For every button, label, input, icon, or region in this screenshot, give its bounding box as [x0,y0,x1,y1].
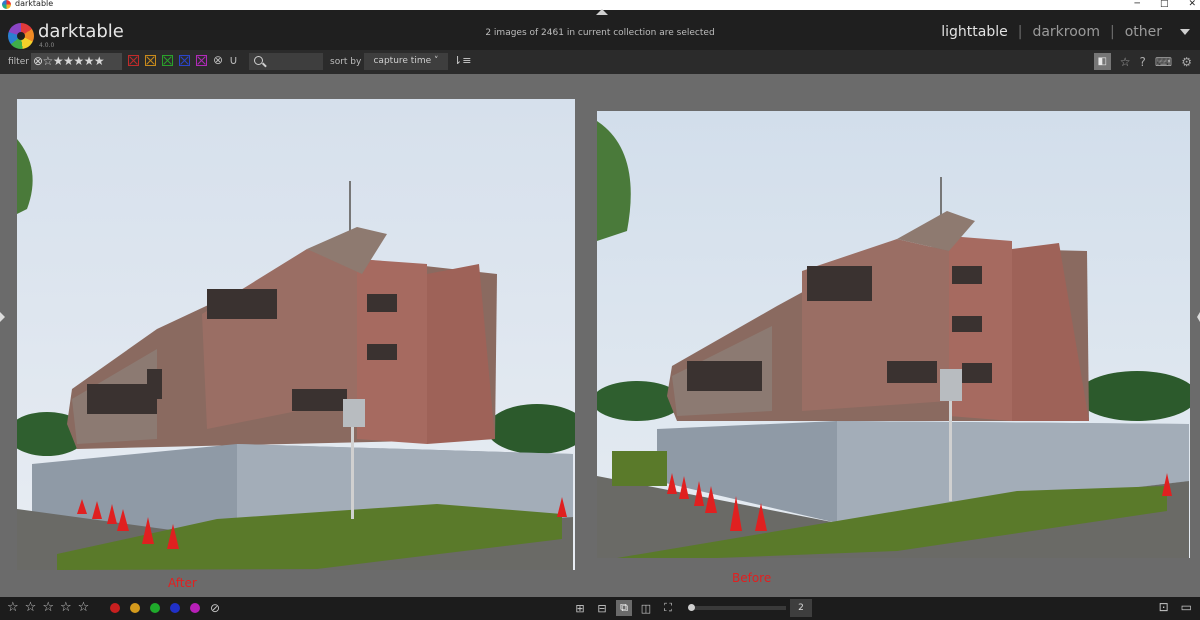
yellow-label-icon[interactable] [130,603,140,613]
color-label-filters: ⊗ ∪ [128,54,238,66]
view-other[interactable]: other [1125,24,1162,40]
app-version: 4.0.0 [39,42,55,49]
view-separator: | [1017,24,1023,40]
zoom-count[interactable]: 2 [790,599,812,617]
view-lighttable[interactable]: lighttable [941,24,1008,40]
zoom-slider-handle[interactable] [688,604,695,611]
culling-dynamic-layout-icon[interactable]: ◫ [638,600,654,616]
app-header: darktable 4.0.0 2 images of 2461 in curr… [0,9,1200,50]
purple-label-filter-icon[interactable] [196,55,207,66]
sort-value: capture time [373,56,432,66]
toolbar-right-tools: ◧ ☆ ? ⌨ ⚙ [1093,53,1192,70]
building-photo [17,99,575,570]
image-caption-after: After [168,576,197,590]
view-darkroom[interactable]: darkroom [1032,24,1100,40]
minimize-icon[interactable]: ─ [1135,0,1140,9]
sort-direction-icon[interactable]: ⇂≡ [453,54,471,67]
darktable-logo [8,23,34,49]
search-input[interactable] [249,53,323,70]
star-icon[interactable]: ☆ [78,600,90,615]
maximize-icon[interactable]: □ [1160,0,1169,9]
zoomable-layout-icon[interactable]: ⊟ [594,600,610,616]
culling-fixed-layout-icon[interactable]: ⧉ [616,600,632,616]
chevron-down-icon[interactable] [1180,29,1190,35]
green-label-icon[interactable] [150,603,160,613]
building-photo [597,111,1190,558]
zoom-slider[interactable] [688,604,786,611]
star-icon[interactable]: ☆ [25,600,37,615]
clear-label-filter-icon[interactable]: ⊗ [213,54,223,66]
and-or-operator-icon[interactable]: ∪ [229,54,238,66]
image-caption-before: Before [732,571,772,585]
star-icon[interactable]: ☆ [42,600,54,615]
star-icon[interactable]: ☆ [1120,55,1131,69]
filemanager-layout-icon[interactable]: ⊞ [572,600,588,616]
bottom-toolbar: ☆ ☆ ☆ ☆ ☆ ⊘ ⊞ ⊟ ⧉ ◫ ⛶ 2 ⊡ ▭ [0,597,1200,620]
red-label-filter-icon[interactable] [128,55,139,66]
focus-peaking-icon[interactable]: ⊡ [1159,600,1169,614]
overlay-icon[interactable]: ◧ [1093,53,1111,70]
window-controls: ─ □ ✕ [1135,0,1196,9]
yellow-label-filter-icon[interactable] [145,55,156,66]
color-label-bar: ⊘ [110,602,220,614]
rating-filter[interactable]: ⊗☆★★★★★ [31,53,122,70]
purple-label-icon[interactable] [190,603,200,613]
red-label-icon[interactable] [110,603,120,613]
blue-label-filter-icon[interactable] [179,55,190,66]
search-icon [254,56,263,65]
image-thumbnail-before[interactable] [597,111,1190,558]
filter-label: filter [8,57,29,67]
app-name: darktable [38,21,124,42]
display-icon[interactable]: ▭ [1181,600,1192,614]
star-rating-bar: ☆ ☆ ☆ ☆ ☆ [7,600,89,615]
close-icon[interactable]: ✕ [1188,0,1196,9]
help-icon[interactable]: ? [1140,55,1146,69]
filter-toolbar: filter ⊗☆★★★★★ ⊗ ∪ sort by capture time … [0,50,1200,74]
collapse-top-panel-icon[interactable] [596,9,608,15]
green-label-filter-icon[interactable] [162,55,173,66]
star-icon[interactable]: ☆ [60,600,72,615]
image-thumbnail-after[interactable] [17,99,575,570]
bottom-right-tools: ⊡ ▭ [1159,600,1192,614]
gear-icon[interactable]: ⚙ [1181,55,1192,69]
clear-labels-icon[interactable]: ⊘ [210,602,220,614]
view-separator: | [1109,24,1115,40]
star-icon[interactable]: ☆ [7,600,19,615]
expand-left-panel-icon[interactable] [0,312,5,322]
window-title: darktable [15,0,54,8]
keyboard-icon[interactable]: ⌨ [1155,55,1172,69]
preview-layout-icon[interactable]: ⛶ [660,600,676,616]
sort-select[interactable]: capture time ˅ [364,53,448,70]
selection-status: 2 images of 2461 in current collection a… [485,28,715,38]
view-switcher: lighttable | darkroom | other [941,24,1190,40]
app-icon [2,0,11,9]
sort-label: sort by [330,57,362,67]
chevron-down-icon: ˅ [434,56,439,66]
blue-label-icon[interactable] [170,603,180,613]
layout-switcher: ⊞ ⊟ ⧉ ◫ ⛶ [572,600,676,616]
